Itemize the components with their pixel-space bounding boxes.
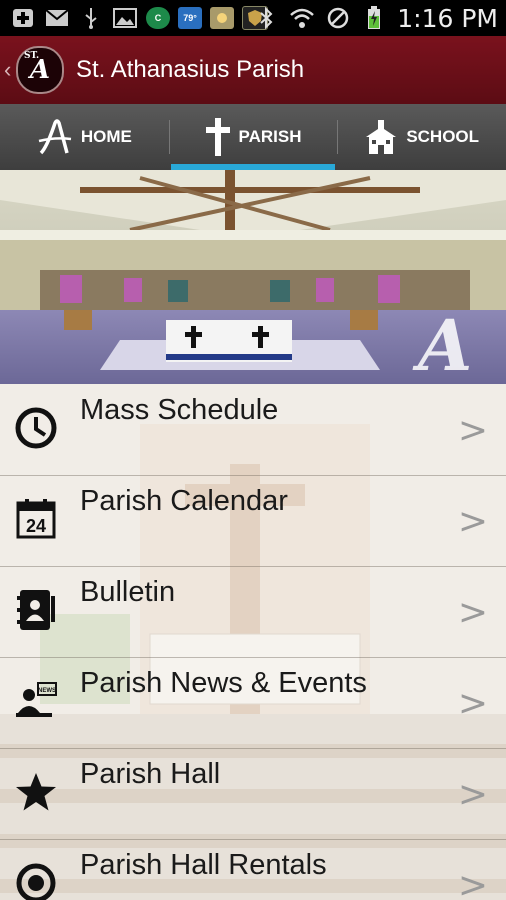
address-book-icon [17,590,55,630]
bluetooth-icon [253,7,279,29]
radio-target-icon [16,863,56,900]
chevron-right-icon: > [457,410,488,451]
schoolhouse-icon [364,119,398,155]
menu-item-mass-schedule[interactable]: Mass Schedule > [0,384,506,476]
menu-item-label: Parish Hall [80,758,221,790]
tab-bar: HOME PARISH SCHOOL [0,104,506,170]
watermark-letter: A [412,304,472,384]
status-time: 1:16 PM [397,3,498,33]
logo-st-text: ST. [24,51,40,61]
menu-item-label: Mass Schedule [80,394,279,426]
parish-menu: Mass Schedule > 24 Parish Calendar > Bul… [0,384,506,900]
tab-parish[interactable]: PARISH [168,104,338,170]
chevron-right-icon: > [457,592,488,633]
usb-icon [78,7,104,29]
do-not-disturb-icon [325,7,351,29]
cross-icon [205,117,231,157]
title-bar: ‹ ST. A St. Athanasius Parish [0,36,506,104]
menu-item-parish-news-events[interactable]: NEWS Parish News & Events > [0,657,506,749]
page-title: St. Athanasius Parish [76,56,305,83]
tab-school[interactable]: SCHOOL [337,104,506,170]
weather-sun-icon [210,7,234,29]
menu-item-parish-hall-rentals[interactable]: Parish Hall Rentals > [0,839,506,900]
athanasius-logo-icon [37,117,73,157]
add-icon [10,7,36,29]
calendar-day-text: 24 [26,516,46,536]
tab-school-label: SCHOOL [406,127,480,146]
chevron-right-icon: > [457,774,488,815]
battery-charging-icon [361,6,387,29]
chevron-right-icon: > [457,501,488,542]
menu-item-parish-calendar[interactable]: 24 Parish Calendar > [0,475,506,567]
church-interior-banner: A [0,170,506,384]
app-logo[interactable]: ST. A [16,46,64,94]
menu-item-label: Parish Calendar [80,485,288,517]
back-chevron-icon[interactable]: ‹ [4,57,14,83]
app-notification-icon: C [146,7,170,29]
star-icon [16,773,56,811]
status-bar: C 79° 1:16 PM [0,0,506,36]
news-presenter-icon: NEWS [16,682,57,717]
menu-item-bulletin[interactable]: Bulletin > [0,566,506,658]
menu-item-parish-hall[interactable]: Parish Hall > [0,748,506,840]
news-icon-text: NEWS [38,688,56,694]
tab-home-label: HOME [80,127,132,146]
weather-badge-icon: 79° [178,7,202,29]
menu-item-label: Parish News & Events [80,667,367,699]
menu-item-label: Parish Hall Rentals [80,849,327,881]
mail-icon [44,7,70,29]
temperature-text: 79° [183,13,197,23]
clock-icon [15,407,57,449]
image-icon [112,7,138,29]
tab-parish-label: PARISH [238,127,302,146]
chevron-right-icon: > [457,865,488,900]
wifi-icon [289,7,315,29]
calendar-icon: 24 [16,499,56,539]
tab-home[interactable]: HOME [0,104,169,170]
menu-item-label: Bulletin [80,576,176,608]
chevron-right-icon: > [457,683,488,724]
